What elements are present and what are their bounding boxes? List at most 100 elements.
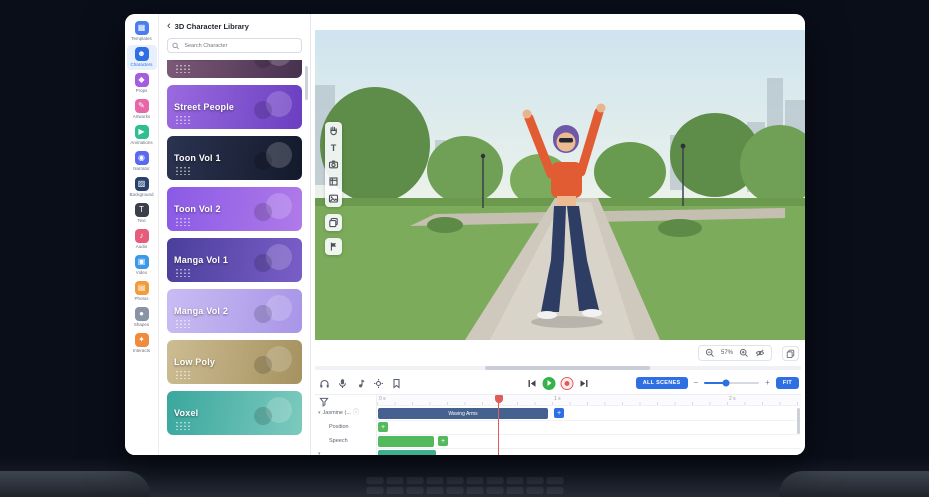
sidebar-item-narrator[interactable]: ◉ Narrator [127,149,157,174]
zoom-out-icon[interactable] [705,348,715,358]
sidebar-item-interacts[interactable]: ✦ Interacts [127,331,157,356]
add-animation-button[interactable]: + [554,408,564,418]
search-box[interactable] [167,38,302,53]
timeline-zoom-in-button[interactable]: + [765,379,770,387]
all-scenes-button[interactable]: ALL SCENES [636,377,688,389]
skip-end-button[interactable] [579,378,590,389]
fit-button[interactable]: FIT [776,377,799,389]
flag-tool-icon[interactable] [328,241,339,252]
sidebar-item-artworks[interactable]: ✎ Artworks [127,97,157,122]
svg-text:T: T [331,143,337,153]
chevron-down-icon[interactable]: ▾ [318,411,321,416]
track-label-speech[interactable]: Speech [329,438,348,444]
character-pack-card-low-poly[interactable]: Low Poly [167,340,302,384]
timeline-ruler[interactable]: 0 s 1 s 2 s [377,395,801,406]
character-pack-card-realistic[interactable]: Realistic [167,60,302,78]
timeline: ▾ Jasmine (... ⓘ Position Speech ▾ [315,394,801,455]
slider-knob[interactable] [723,380,730,387]
camera-tool-icon[interactable] [328,159,339,170]
laptop-keyboard [366,477,563,494]
sidebar-item-label: Background [129,192,153,197]
music-note-icon[interactable] [355,378,366,389]
playhead[interactable] [498,395,499,455]
sidebar-item-label: Interacts [133,348,150,353]
character-pack-card-street-people[interactable]: Street People [167,85,302,129]
panel-header: ‹ 3D Character Library [167,21,302,32]
brightness-icon[interactable] [373,378,384,389]
character-pack-card-manga-vol-1[interactable]: Manga Vol 1 [167,238,302,282]
partial-clip[interactable] [378,450,436,455]
character-pack-card-manga-vol-2[interactable]: Manga Vol 2 [167,289,302,333]
sidebar-item-characters[interactable]: ☻ Characters [127,45,157,70]
hand-tool-icon[interactable] [328,125,339,136]
mic-icon[interactable] [337,378,348,389]
track-label-position[interactable]: Position [329,424,349,430]
hscrollbar-thumb[interactable] [485,366,650,370]
panel-scrollbar[interactable] [305,66,308,100]
playhead-marker[interactable] [495,395,503,403]
character-pack-card-voxel[interactable]: Voxel [167,391,302,435]
transport-bar: ALL SCENES − + FIT [315,374,801,392]
record-button[interactable] [561,377,574,390]
sparkle-dots [175,319,191,328]
tool-group-layers [325,214,342,231]
track-label-partial[interactable]: ▾ [318,452,321,455]
zoom-in-icon[interactable] [739,348,749,358]
add-speech-button[interactable]: + [438,436,448,446]
character-pack-card-toon-vol-2[interactable]: Toon Vol 2 [167,187,302,231]
sidebar-item-label: Video [136,270,147,275]
media-tool-icon[interactable] [328,193,339,204]
templates-icon: ▦ [135,21,149,35]
timeline-zoom-slider[interactable] [704,382,759,384]
character-pack-card-toon-vol-1[interactable]: Toon Vol 1 [167,136,302,180]
app-window: ▦ Templates ☻ Characters ◆ Props ✎ Artwo… [125,14,805,455]
laptop-corner-right [779,471,929,497]
characters-icon: ☻ [135,47,149,61]
media-tools [315,378,402,389]
sidebar-item-video[interactable]: ▣ Video [127,253,157,278]
sidebar-item-text[interactable]: T Text [127,201,157,226]
scene-canvas[interactable]: T [315,30,805,340]
animation-clip-waving-arms[interactable]: Waving Arms [378,408,548,419]
track-label-gutter: ▾ Jasmine (... ⓘ Position Speech ▾ [315,395,377,455]
track-label-character[interactable]: ▾ Jasmine (... ⓘ [318,410,359,416]
text-tool-icon[interactable]: T [328,142,339,153]
add-position-keyframe-button[interactable]: + [378,422,388,432]
chevron-down-icon[interactable]: ▾ [318,452,321,455]
pack-name: Voxel [174,408,198,418]
sidebar-item-shapes[interactable]: ● Shapes [127,305,157,330]
skip-start-button[interactable] [527,378,538,389]
sidebar-item-props[interactable]: ◆ Props [127,71,157,96]
sidebar-item-label: Shapes [134,322,149,327]
canvas-zoom-row: 57% [315,344,805,362]
sparkle-dots [175,64,191,73]
headphones-icon[interactable] [319,378,330,389]
back-chevron-icon[interactable]: ‹ [167,21,171,32]
frame-tool-icon[interactable] [328,176,339,187]
info-icon[interactable]: ⓘ [353,410,359,416]
play-button[interactable] [543,377,556,390]
artworks-icon: ✎ [135,99,149,113]
sidebar-item-label: Templates [131,36,152,41]
sidebar-item-audio[interactable]: ♪ Audio [127,227,157,252]
sparkle-dots [175,421,191,430]
props-icon: ◆ [135,73,149,87]
timeline-zoom-out-button[interactable]: − [694,379,699,387]
sidebar-item-background[interactable]: ▨ Background [127,175,157,200]
duplicate-view-button[interactable] [782,346,799,361]
sidebar-item-photos[interactable]: ▤ Photos [127,279,157,304]
sidebar-item-animations[interactable]: ▶ Animations [127,123,157,148]
character-pack-list: Realistic Street People Toon Vol 1 Toon … [167,60,302,440]
background-icon: ▨ [135,177,149,191]
search-input[interactable] [182,42,297,50]
bookmark-icon[interactable] [391,378,402,389]
layers-tool-icon[interactable] [328,217,339,228]
sidebar-item-templates[interactable]: ▦ Templates [127,19,157,44]
copy-icon [786,349,795,358]
photos-icon: ▤ [135,281,149,295]
speech-clip[interactable] [378,436,434,447]
hide-eye-icon[interactable] [755,348,765,358]
timeline-vscrollbar[interactable] [797,408,800,434]
sidebar-item-label: Photos [134,296,148,301]
filter-icon[interactable] [319,397,329,407]
